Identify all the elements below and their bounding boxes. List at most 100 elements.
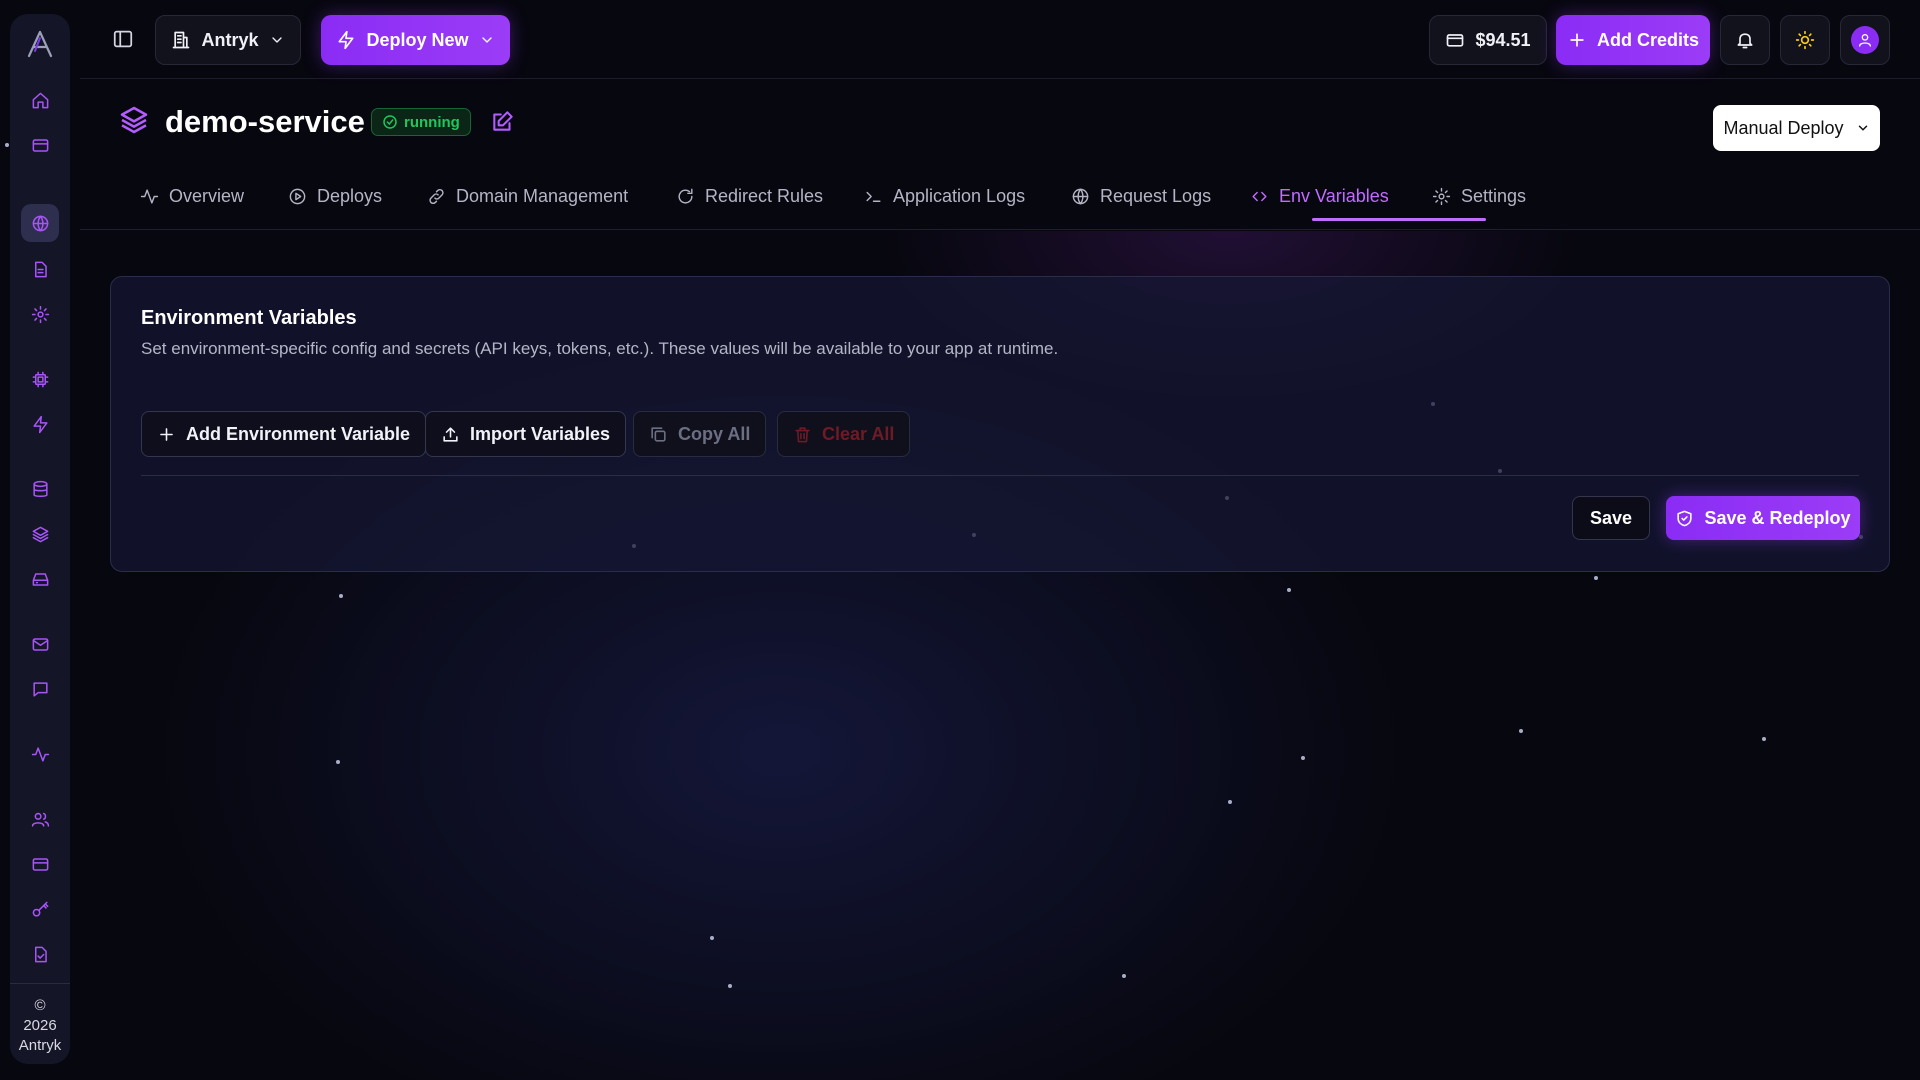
globe-icon[interactable] (21, 204, 59, 242)
service-icon (118, 104, 150, 136)
upload-icon (443, 426, 458, 442)
refresh-icon (678, 188, 693, 204)
tab-request-logs[interactable]: Request Logs (1071, 172, 1211, 220)
save-redeploy-label: Save & Redeploy (1704, 507, 1851, 528)
tab-deploys[interactable]: Deploys (288, 172, 382, 220)
edit-icon (493, 111, 513, 131)
chevron-down-icon (1858, 125, 1867, 131)
service-name: demo-service (165, 104, 365, 139)
chevron-down-icon (481, 37, 492, 43)
org-switcher-button[interactable]: Antryk (155, 15, 301, 65)
balance-value: $94.51 (1475, 29, 1531, 50)
tab-env-variables[interactable]: Env Variables (1250, 172, 1389, 220)
tab-overview[interactable]: Overview (140, 172, 244, 220)
database-icon[interactable] (21, 470, 59, 508)
status-text: running (404, 113, 460, 131)
sun-icon (1795, 30, 1815, 50)
gear-icon (1432, 187, 1451, 205)
add-env-variable-button[interactable]: Add Environment Variable (141, 411, 427, 457)
mail-icon[interactable] (21, 625, 59, 663)
chevron-down-icon (271, 37, 282, 43)
bolt-icon[interactable] (21, 405, 59, 443)
deploy-new-label: Deploy New (366, 29, 469, 50)
tab-label: Application Logs (893, 185, 1026, 206)
status-badge: running (371, 108, 471, 136)
import-variables-label: Import Variables (470, 423, 611, 444)
org-name: Antryk (201, 29, 259, 50)
terminal-icon (866, 191, 881, 202)
layers-icon[interactable] (21, 515, 59, 553)
file-check-icon[interactable] (21, 935, 59, 973)
clear-all-label: Clear All (822, 423, 895, 444)
tab-label: Settings (1461, 185, 1527, 206)
wallet-icon (1447, 34, 1464, 47)
activity-icon[interactable] (21, 735, 59, 773)
edit-service-button[interactable] (490, 108, 516, 134)
home-icon[interactable] (21, 81, 59, 119)
copyright-brand: Antryk (18, 1037, 62, 1054)
document-icon[interactable] (21, 250, 59, 288)
user-menu-button[interactable] (1840, 15, 1890, 65)
tab-domain-management[interactable]: Domain Management (427, 172, 628, 220)
balance-button[interactable]: $94.51 (1429, 15, 1547, 65)
add-credits-button[interactable]: Add Credits (1556, 15, 1710, 65)
tab-label: Deploys (317, 185, 383, 206)
antryk-logo-icon[interactable] (20, 24, 60, 64)
shield-check-icon (1677, 510, 1693, 526)
sidebar-footer: © 2026 Antryk (10, 983, 70, 1056)
tab-application-logs[interactable]: Application Logs (864, 172, 1025, 220)
gear-icon[interactable] (21, 295, 59, 333)
add-env-variable-label: Add Environment Variable (186, 423, 411, 444)
copy-icon (651, 426, 666, 442)
manual-deploy-label: Manual Deploy (1723, 117, 1844, 138)
topbar: Antryk Deploy New $94.51 Add Credits (80, 0, 1920, 79)
card-divider (141, 475, 1859, 476)
chat-icon[interactable] (21, 670, 59, 708)
tab-label: Overview (169, 185, 245, 206)
building-icon (173, 31, 190, 49)
copyright-year: 2026 (23, 1017, 57, 1034)
clear-all-button[interactable]: Clear All (777, 411, 911, 457)
copyright-symbol: © (34, 997, 46, 1014)
storage-icon[interactable] (21, 560, 59, 598)
sidebar: © 2026 Antryk (10, 14, 70, 1064)
copy-all-label: Copy All (678, 423, 751, 444)
bolt-icon (338, 30, 354, 50)
copy-all-button[interactable]: Copy All (633, 411, 767, 457)
save-button[interactable]: Save (1572, 496, 1650, 540)
check-circle-icon (383, 115, 397, 129)
tab-settings[interactable]: Settings (1432, 172, 1526, 220)
plus-icon (160, 427, 173, 441)
code-icon (1252, 191, 1267, 201)
server-icon[interactable] (21, 126, 59, 164)
tab-redirect-rules[interactable]: Redirect Rules (676, 172, 823, 220)
card-description: Set environment-specific config and secr… (141, 339, 1059, 358)
active-tab-indicator (1312, 218, 1486, 221)
play-circle-icon (289, 188, 306, 204)
sidebar-toggle-button[interactable] (112, 28, 136, 52)
users-icon[interactable] (21, 800, 59, 838)
deploy-new-button[interactable]: Deploy New (321, 15, 510, 65)
save-redeploy-button[interactable]: Save & Redeploy (1666, 496, 1860, 540)
notifications-button[interactable] (1720, 15, 1770, 65)
trash-icon (795, 426, 810, 442)
credit-card-icon[interactable] (21, 845, 59, 883)
env-variables-card: Environment Variables Set environment-sp… (110, 276, 1890, 572)
add-credits-label: Add Credits (1596, 29, 1699, 50)
sidebar-toggle-icon (113, 30, 133, 48)
theme-toggle-button[interactable] (1780, 15, 1830, 65)
tab-label: Request Logs (1100, 185, 1212, 206)
tab-label: Domain Management (456, 185, 629, 206)
tab-label: Redirect Rules (705, 185, 824, 206)
import-variables-button[interactable]: Import Variables (425, 411, 627, 457)
tab-label: Env Variables (1279, 185, 1389, 206)
plus-icon (1570, 33, 1584, 47)
bell-icon (1737, 33, 1753, 49)
user-icon (1859, 34, 1871, 47)
activity-icon (140, 188, 159, 204)
link-icon (429, 188, 444, 204)
avatar (1851, 26, 1879, 54)
cpu-icon[interactable] (21, 360, 59, 398)
key-icon[interactable] (21, 890, 59, 928)
manual-deploy-dropdown[interactable]: Manual Deploy (1713, 105, 1880, 151)
